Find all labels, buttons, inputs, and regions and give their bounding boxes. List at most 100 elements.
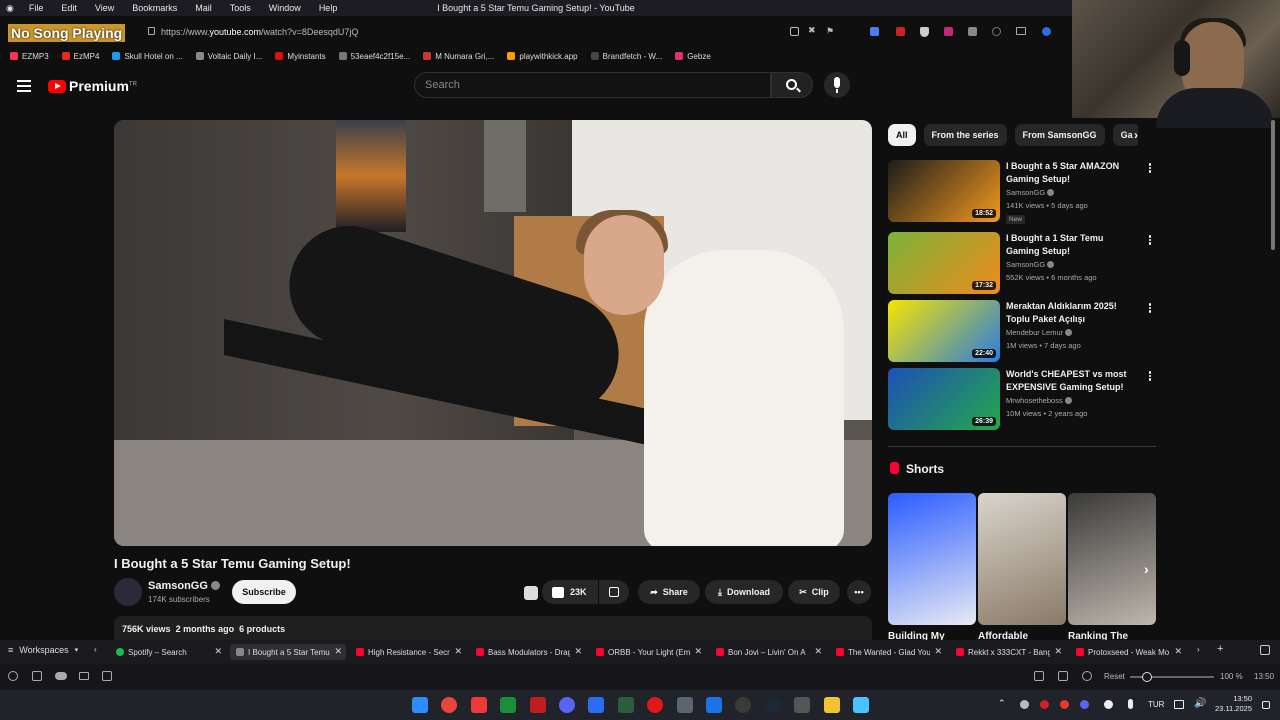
recommendation-item[interactable]: 26:39 World's CHEAPEST vs most EXPENSIVE…: [888, 368, 1158, 430]
tray-icon[interactable]: [1104, 700, 1113, 709]
capture-icon[interactable]: [1034, 671, 1044, 681]
recommendation-item[interactable]: 18:52 I Bought a 5 Star AMAZON Gaming Se…: [888, 160, 1158, 224]
close-icon[interactable]: ✕: [694, 646, 702, 657]
browser-tab[interactable]: Bass Modulators - Drag ✕: [470, 644, 586, 660]
search-input[interactable]: Search: [414, 72, 771, 98]
chip-from-channel[interactable]: From SamsonGG: [1014, 124, 1105, 146]
app-menu-icon[interactable]: ◉: [0, 3, 20, 14]
menu-help[interactable]: Help: [310, 3, 347, 13]
recommendation-channel[interactable]: Mrwhosetheboss: [1006, 396, 1072, 405]
close-icon[interactable]: ✕: [574, 646, 582, 657]
notepad-icon[interactable]: [853, 697, 869, 713]
browser-tab[interactable]: Rekkt x 333CXT - Bang ✕: [950, 644, 1066, 660]
profile-icon[interactable]: [1042, 27, 1051, 36]
url-field[interactable]: https://www.youtube.com/watch?v=8DeesqdU…: [161, 27, 358, 37]
dislike-button[interactable]: [599, 580, 629, 604]
outlook-icon[interactable]: [706, 697, 722, 713]
discord-icon[interactable]: [559, 697, 575, 713]
close-icon[interactable]: ✕: [454, 646, 462, 657]
windows-start-icon[interactable]: [412, 697, 428, 713]
close-icon[interactable]: ✕: [1054, 646, 1062, 657]
bookmark-item[interactable]: Brandfetch - W...: [590, 52, 662, 61]
system-clock[interactable]: 13:50 23.11.2025: [1210, 694, 1252, 714]
vivaldi-icon[interactable]: [471, 697, 487, 713]
shorts-next-button[interactable]: ›: [1144, 561, 1162, 583]
new-tab-icon[interactable]: +: [1217, 643, 1223, 655]
recommendation-channel[interactable]: SamsonGG: [1006, 260, 1055, 269]
description-box[interactable]: 756K views 2 months ago 6 products: [114, 616, 872, 640]
video-thumbnail[interactable]: 26:39: [888, 368, 1000, 430]
more-icon[interactable]: [1146, 370, 1154, 384]
products-count[interactable]: 6 products: [239, 624, 285, 634]
page-scrollbar[interactable]: [1270, 120, 1276, 630]
video-thumbnail[interactable]: 17:32: [888, 232, 1000, 294]
menu-file[interactable]: File: [20, 3, 53, 13]
shield-icon[interactable]: [920, 27, 929, 37]
reader-icon[interactable]: [790, 27, 799, 36]
zoom-slider[interactable]: [1130, 672, 1214, 682]
menu-mail[interactable]: Mail: [186, 3, 221, 13]
menu-icon[interactable]: [17, 77, 31, 95]
language-indicator[interactable]: TUR: [1148, 700, 1164, 709]
browser-tab[interactable]: Bon Jovi – Livin' On A ✕: [710, 644, 826, 660]
recommendation-channel[interactable]: Mendebur Lemur: [1006, 328, 1073, 337]
short-thumbnail[interactable]: [978, 493, 1066, 625]
cloud-icon[interactable]: [55, 672, 67, 680]
bookmark-item[interactable]: Gebze: [675, 52, 711, 61]
tray-icon[interactable]: [1060, 700, 1069, 709]
browser-tab-active[interactable]: I Bought a 5 Star Temu ✕: [230, 644, 346, 660]
settings-icon[interactable]: [794, 697, 810, 713]
translate-icon[interactable]: ✖: [808, 25, 816, 36]
obs-icon[interactable]: [735, 697, 751, 713]
voice-search-button[interactable]: [824, 72, 850, 98]
recorder-icon[interactable]: [647, 697, 663, 713]
browser-tab[interactable]: High Resistance - Secr ✕: [350, 644, 466, 660]
recommendation-channel[interactable]: SamsonGG: [1006, 188, 1055, 197]
terminal-icon[interactable]: [500, 697, 516, 713]
tab-stack-icon[interactable]: [1260, 645, 1270, 655]
mic-icon[interactable]: [1128, 699, 1133, 709]
recommendation-title[interactable]: Meraktan Aldıklarım 2025! Toplu Paket Aç…: [1006, 300, 1136, 326]
clip-button[interactable]: ✂ Clip: [788, 580, 840, 604]
capture-icon[interactable]: [1016, 27, 1026, 35]
video-thumbnail[interactable]: 18:52: [888, 160, 1000, 222]
sync-icon[interactable]: [992, 27, 1001, 36]
browser-tab[interactable]: Protoxseed - Weak Mo ✕: [1070, 644, 1186, 660]
folder-icon[interactable]: [824, 697, 840, 713]
recommendation-item[interactable]: 22:40 Meraktan Aldıklarım 2025! Toplu Pa…: [888, 300, 1158, 362]
menu-tools[interactable]: Tools: [221, 3, 260, 13]
tray-icon[interactable]: [1040, 700, 1049, 709]
page-actions-icon[interactable]: [1082, 671, 1092, 681]
bookmark-item[interactable]: EZMP3: [10, 52, 49, 61]
close-icon[interactable]: ✕: [334, 646, 342, 657]
steam-icon[interactable]: [765, 697, 781, 713]
calendar-icon[interactable]: [102, 671, 112, 681]
tray-icon[interactable]: [1020, 700, 1029, 709]
window-icon[interactable]: [677, 697, 693, 713]
extension-icon[interactable]: [968, 27, 977, 36]
short-thumbnail[interactable]: [1068, 493, 1156, 625]
zoom-reset-button[interactable]: Reset: [1104, 672, 1125, 681]
close-icon[interactable]: ✕: [814, 646, 822, 657]
bookmark-item[interactable]: EzMP4: [61, 52, 99, 61]
volume-icon[interactable]: 🔊: [1194, 698, 1206, 709]
more-actions-button[interactable]: •••: [847, 580, 871, 604]
more-icon[interactable]: [1146, 302, 1154, 316]
bookmark-item[interactable]: playwithkick.app: [507, 52, 578, 61]
recommendation-title[interactable]: I Bought a 5 Star AMAZON Gaming Setup!: [1006, 160, 1136, 186]
chevron-right-icon[interactable]: ›: [1197, 645, 1200, 654]
bookmark-item[interactable]: Skull Hotel on ...: [112, 52, 183, 61]
menu-bookmarks[interactable]: Bookmarks: [123, 3, 186, 13]
video-thumbnail[interactable]: 22:40: [888, 300, 1000, 362]
chip-all[interactable]: All: [888, 124, 916, 146]
search-button[interactable]: [771, 72, 813, 98]
close-icon[interactable]: ✕: [1174, 646, 1182, 657]
menu-view[interactable]: View: [86, 3, 123, 13]
share-button[interactable]: ➦ Share: [638, 580, 700, 604]
tray-chevron-icon[interactable]: ⌃: [998, 698, 1006, 709]
chevron-right-icon[interactable]: ›: [1134, 128, 1138, 142]
recommendation-item[interactable]: 17:32 I Bought a 1 Star Temu Gaming Setu…: [888, 232, 1158, 294]
channel-name[interactable]: SamsonGG: [148, 580, 220, 592]
filezilla-icon[interactable]: [530, 697, 546, 713]
mail-icon[interactable]: [79, 672, 89, 680]
